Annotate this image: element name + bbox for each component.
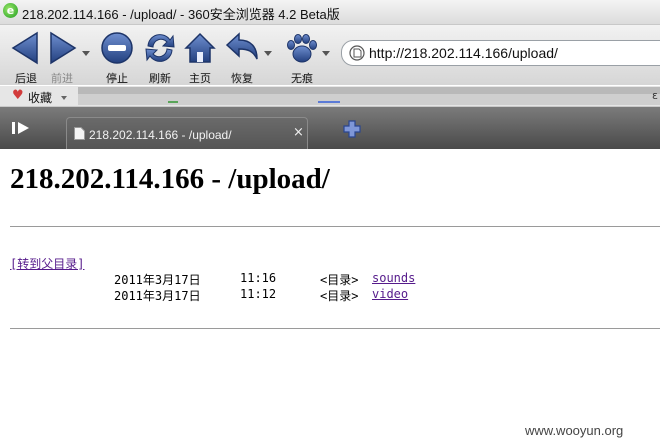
stop-label: 停止 (106, 72, 128, 85)
entry-date: 2011年3月17日 (114, 273, 201, 287)
tab-title: 218.202.114.166 - /upload/ (89, 128, 232, 142)
restore-label: 恢复 (231, 72, 253, 85)
bookmark-fragment (168, 101, 178, 103)
restore-dropdown-icon[interactable] (264, 51, 272, 56)
stop-icon (101, 32, 133, 64)
navigation-toolbar: 后退 前进 停止 刷新 主页 恢复 无痕 http://218.202.114.… (0, 25, 660, 85)
tab-bar: 218.202.114.166 - /upload/ × (0, 107, 660, 150)
heart-icon: ♥ (12, 88, 24, 103)
new-tab-icon[interactable] (342, 119, 362, 139)
browser-logo-icon: e (3, 3, 18, 18)
entry-time: 11:12 (240, 287, 277, 301)
home-icon (184, 32, 216, 63)
page-icon (349, 45, 365, 61)
address-bar[interactable] (341, 40, 660, 66)
incognito-dropdown-icon[interactable] (322, 51, 330, 56)
parent-directory-link[interactable]: [转到父目录] (10, 255, 84, 272)
entry-type: <目录> (320, 273, 359, 287)
forward-button[interactable]: 前进 (40, 27, 84, 85)
restore-undo-icon (225, 32, 258, 60)
watermark: www.wooyun.org (525, 423, 624, 438)
page-title: 218.202.114.166 - /upload/ (10, 163, 330, 195)
redaction-strip (78, 87, 660, 94)
divider (10, 328, 660, 329)
entry-link-sounds[interactable]: sounds (372, 271, 415, 285)
favorites-overflow-char: ε (652, 89, 658, 102)
divider (10, 226, 660, 227)
incognito-button[interactable]: 无痕 (280, 27, 324, 85)
refresh-label: 刷新 (149, 72, 171, 85)
home-label: 主页 (189, 72, 211, 85)
tab-close-icon[interactable]: × (293, 125, 304, 140)
tab-active[interactable]: 218.202.114.166 - /upload/ × (66, 117, 308, 150)
entry-link-video[interactable]: video (372, 287, 408, 301)
back-arrow-icon (11, 31, 38, 65)
document-icon (74, 127, 85, 140)
restore-button[interactable]: 恢复 (220, 27, 264, 85)
sidebar-toggle-icon[interactable] (10, 116, 34, 140)
bookmark-fragment (318, 101, 340, 103)
stop-button[interactable]: 停止 (95, 27, 139, 85)
entry-time: 11:16 (240, 271, 277, 285)
home-button[interactable]: 主页 (178, 27, 222, 85)
redacted-bookmarks-area (78, 87, 660, 105)
incognito-label: 无痕 (291, 72, 313, 85)
history-dropdown-icon[interactable] (82, 51, 90, 56)
forward-arrow-icon (50, 31, 77, 65)
refresh-button[interactable]: 刷新 (138, 27, 182, 85)
favorites-menu[interactable]: 收藏 (28, 89, 52, 106)
page-content: 218.202.114.166 - /upload/ [转到父目录] 2011年… (0, 149, 660, 443)
forward-label: 前进 (51, 72, 73, 85)
window-title: 218.202.114.166 - /upload/ - 360安全浏览器 4.… (22, 7, 340, 22)
entry-date: 2011年3月17日 (114, 289, 201, 303)
refresh-icon (145, 34, 175, 62)
window-title-bar: e 218.202.114.166 - /upload/ - 360安全浏览器 … (0, 0, 660, 25)
favorites-dropdown-icon[interactable] (61, 96, 67, 100)
entry-type: <目录> (320, 289, 359, 303)
url-input[interactable] (369, 43, 659, 63)
paw-print-icon (287, 34, 317, 63)
favorites-bar: ♥ 收藏 ε (0, 86, 660, 107)
